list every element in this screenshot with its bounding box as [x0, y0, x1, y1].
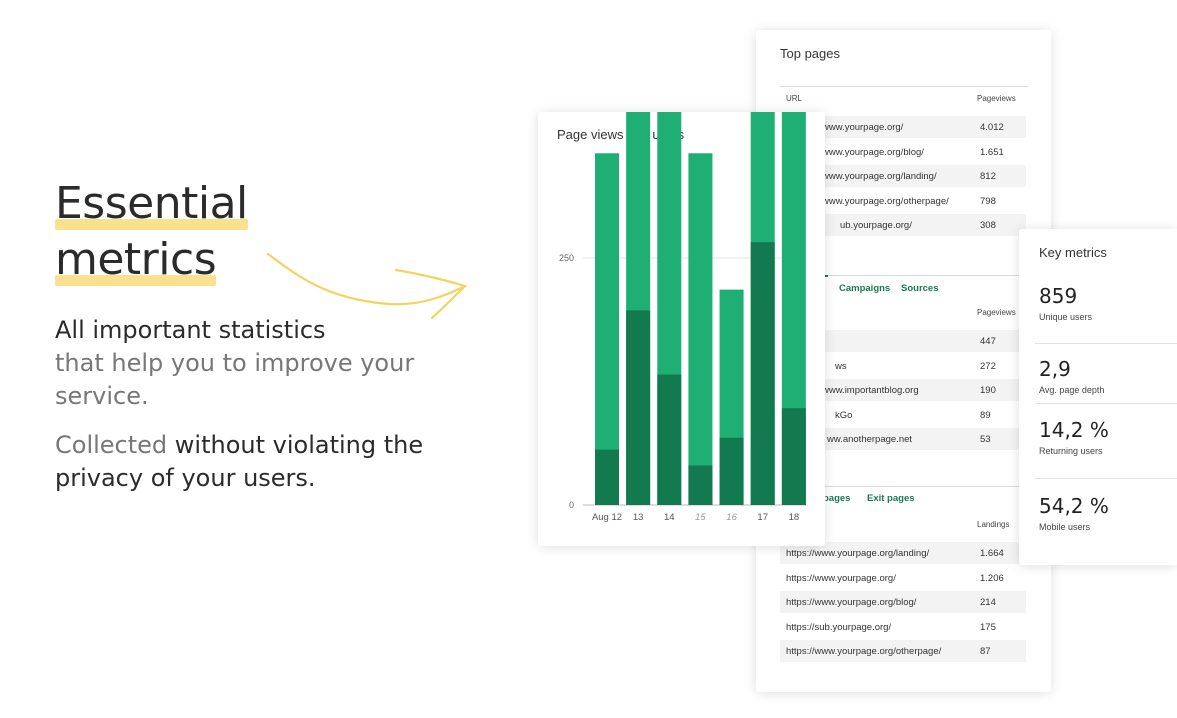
tab-exit-pages[interactable]: Exit pages: [867, 493, 915, 504]
row-label: kGo: [835, 410, 853, 421]
metric-unique-users: 859 Unique users: [1039, 284, 1092, 322]
row-url: https://www.yourpage.org/blog/: [786, 597, 917, 608]
bar-users: [595, 449, 619, 505]
divider: [1035, 478, 1177, 479]
bar-users: [657, 374, 682, 505]
bar-page-views: [688, 153, 713, 505]
row-label: www.importantblog.org: [822, 385, 919, 396]
bar-users: [719, 437, 744, 505]
metric-value: 2,9: [1039, 357, 1071, 381]
row-url: https://www.yourpage.org/landing/: [786, 548, 930, 559]
x-tick-label: 17: [757, 512, 768, 523]
key-metrics-card: Key metrics 859 Unique users 2,9 Avg. pa…: [1019, 229, 1177, 565]
row-url: www.yourpage.org/landing/: [822, 171, 937, 182]
tab-sources[interactable]: Sources: [901, 283, 939, 294]
lead-strong: All important statistics: [55, 316, 326, 344]
row-url: www.yourpage.org/otherpage/: [822, 196, 949, 207]
divider: [1035, 343, 1177, 344]
metric-page-depth: 2,9 Avg. page depth: [1039, 357, 1104, 395]
table-row[interactable]: https://sub.yourpage.org/ 175: [780, 616, 1026, 638]
row-url: ub.yourpage.org/: [840, 220, 912, 231]
row-value: 1.206: [980, 573, 1004, 584]
x-tick-label: 14: [664, 512, 675, 523]
metric-value: 859: [1039, 284, 1078, 308]
row-url: https://sub.yourpage.org/: [786, 622, 892, 633]
hero-title: Essential metrics: [55, 176, 248, 288]
metric-returning-users: 14,2 % Returning users: [1039, 418, 1109, 456]
key-metrics-title: Key metrics: [1039, 245, 1107, 260]
row-value: 214: [980, 597, 996, 608]
row-value: 308: [980, 220, 996, 231]
row-value: 175: [980, 622, 996, 633]
row-url: www.yourpage.org/: [822, 122, 904, 133]
y-tick-label: 0: [569, 500, 574, 510]
row-value: 812: [980, 171, 996, 182]
row-url: https://www.yourpage.org/: [786, 573, 896, 584]
metric-label: Unique users: [1039, 312, 1093, 322]
x-tick-label: 15: [695, 512, 706, 523]
row-value: 798: [980, 196, 996, 207]
col-pageviews-header: Pageviews: [977, 94, 1016, 103]
bar-users: [626, 310, 651, 505]
metric-label: Returning users: [1039, 446, 1103, 456]
col-url-header: URL: [786, 94, 803, 103]
col-landings-header: Landings: [977, 520, 1010, 529]
y-tick-label: 250: [559, 253, 574, 263]
hero-privacy-note: Collected without violating the privacy …: [55, 429, 435, 495]
lead-muted: that help you to improve your service.: [55, 349, 415, 410]
metric-label: Avg. page depth: [1039, 385, 1105, 395]
row-label: ws: [835, 361, 847, 372]
row-value: 53: [980, 434, 991, 445]
x-tick-label: 18: [789, 512, 800, 523]
tab-entry-pages[interactable]: pages: [823, 493, 850, 504]
metric-label: Mobile users: [1039, 522, 1091, 532]
row-value: 87: [980, 646, 991, 657]
divider: [780, 86, 1028, 87]
row-value: 1.651: [980, 147, 1004, 158]
hand-drawn-arrow-icon: [266, 252, 468, 320]
bar-users: [688, 465, 713, 505]
x-tick-label: 16: [726, 512, 737, 523]
row-url: www.yourpage.org/blog/: [822, 147, 924, 158]
top-pages-title: Top pages: [780, 46, 840, 61]
table-row[interactable]: https://www.yourpage.org/otherpage/ 87: [780, 640, 1026, 662]
bar-users: [750, 242, 775, 505]
divider: [1035, 403, 1177, 404]
row-value: 447: [980, 336, 996, 347]
row-label: ww.anotherpage.net: [827, 434, 913, 445]
metric-value: 54,2 %: [1039, 494, 1109, 518]
x-tick-label: Aug 12: [592, 512, 622, 523]
row-value: 272: [980, 361, 996, 372]
bar-users: [781, 408, 806, 505]
tab-campaigns[interactable]: Campaigns: [839, 283, 890, 294]
x-tick-label: 13: [633, 512, 644, 523]
hero-lead: All important statistics that help you t…: [55, 314, 435, 413]
row-value: 1.664: [980, 548, 1004, 559]
metric-value: 14,2 %: [1039, 418, 1109, 442]
hero-title-line1: Essential: [55, 176, 248, 232]
privacy-muted: Collected: [55, 431, 168, 459]
page-views-bar-chart: 0250500Aug 12131415161718: [559, 112, 806, 523]
metric-mobile-users: 54,2 % Mobile users: [1039, 494, 1109, 532]
col-pageviews-header: Pageviews: [977, 308, 1016, 317]
hero-title-line2: metrics: [55, 232, 217, 288]
row-url: https://www.yourpage.org/otherpage/: [786, 646, 942, 657]
page-views-chart-card: Page views and users 0250500Aug 12131415…: [538, 112, 825, 546]
table-row[interactable]: https://www.yourpage.org/ 1.206: [780, 567, 1026, 589]
row-value: 89: [980, 410, 991, 421]
row-value: 190: [980, 385, 996, 396]
table-row[interactable]: https://www.yourpage.org/blog/ 214: [780, 591, 1026, 613]
row-value: 4.012: [980, 122, 1004, 133]
